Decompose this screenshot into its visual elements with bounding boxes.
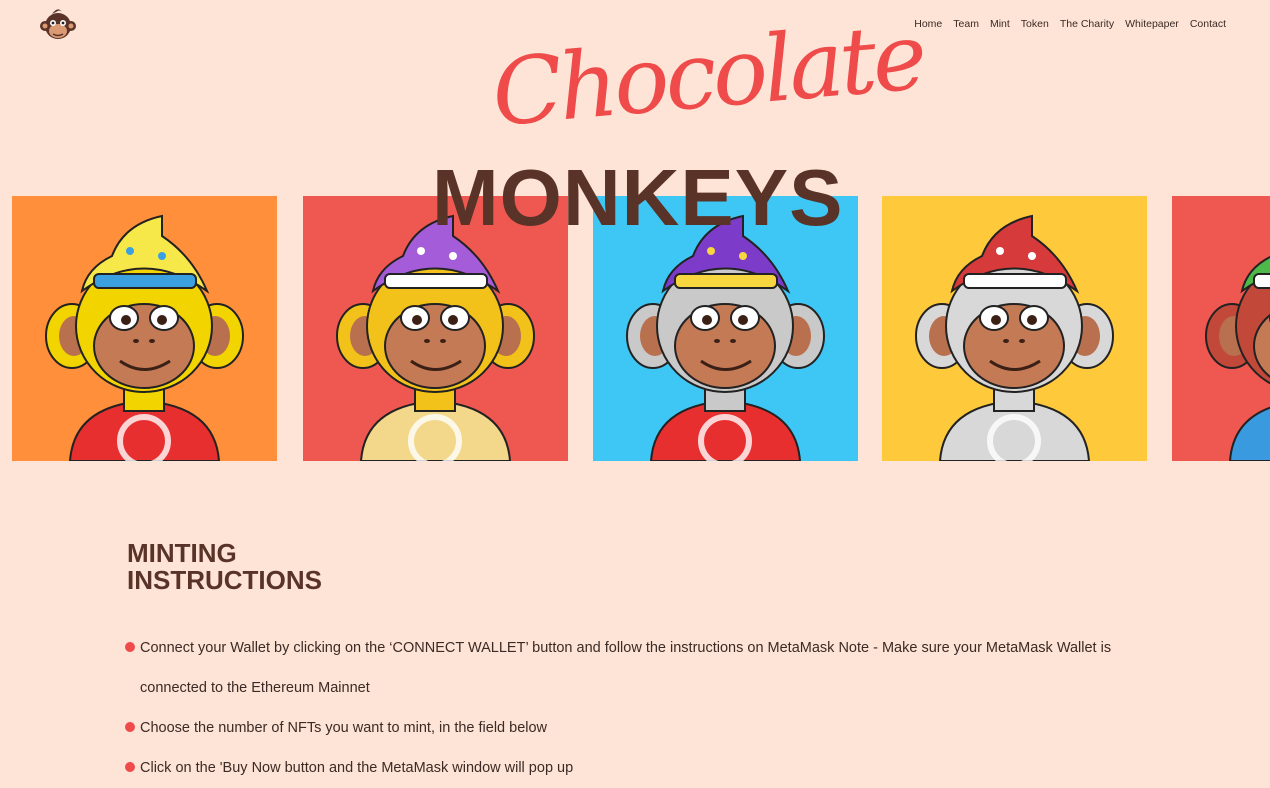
- nav-whitepaper[interactable]: Whitepaper: [1125, 18, 1179, 30]
- monkey-wizard-orange[interactable]: [12, 196, 277, 461]
- main-nav: Home Team Mint Token The Charity Whitepa…: [914, 18, 1226, 30]
- nav-mint[interactable]: Mint: [990, 18, 1010, 30]
- monkey-illustration: [1205, 255, 1270, 461]
- monkey-cap-red[interactable]: [1172, 196, 1270, 461]
- minting-step: Click on the 'Buy Now button and the Met…: [125, 748, 1155, 788]
- nav-token[interactable]: Token: [1021, 18, 1049, 30]
- bullet-icon: [125, 722, 135, 732]
- bullet-icon: [125, 762, 135, 772]
- monkey-cap-yellow[interactable]: [882, 196, 1147, 461]
- minting-steps-list: Connect your Wallet by clicking on the ‘…: [125, 628, 1155, 788]
- monkey-illustration: [45, 214, 244, 461]
- monkey-illustration: [915, 214, 1114, 461]
- nav-contact[interactable]: Contact: [1190, 18, 1226, 30]
- minting-instructions-title: MINTING INSTRUCTIONS: [127, 538, 322, 595]
- minting-step: Choose the number of NFTs you want to mi…: [125, 708, 1155, 748]
- minting-step: Connect your Wallet by clicking on the ‘…: [125, 628, 1155, 708]
- bullet-icon: [125, 642, 135, 652]
- hero-title-bold: MONKEYS: [432, 153, 844, 242]
- nav-team[interactable]: Team: [953, 18, 979, 30]
- nav-the-charity[interactable]: The Charity: [1060, 18, 1114, 30]
- monkey-logo-icon[interactable]: [38, 6, 78, 44]
